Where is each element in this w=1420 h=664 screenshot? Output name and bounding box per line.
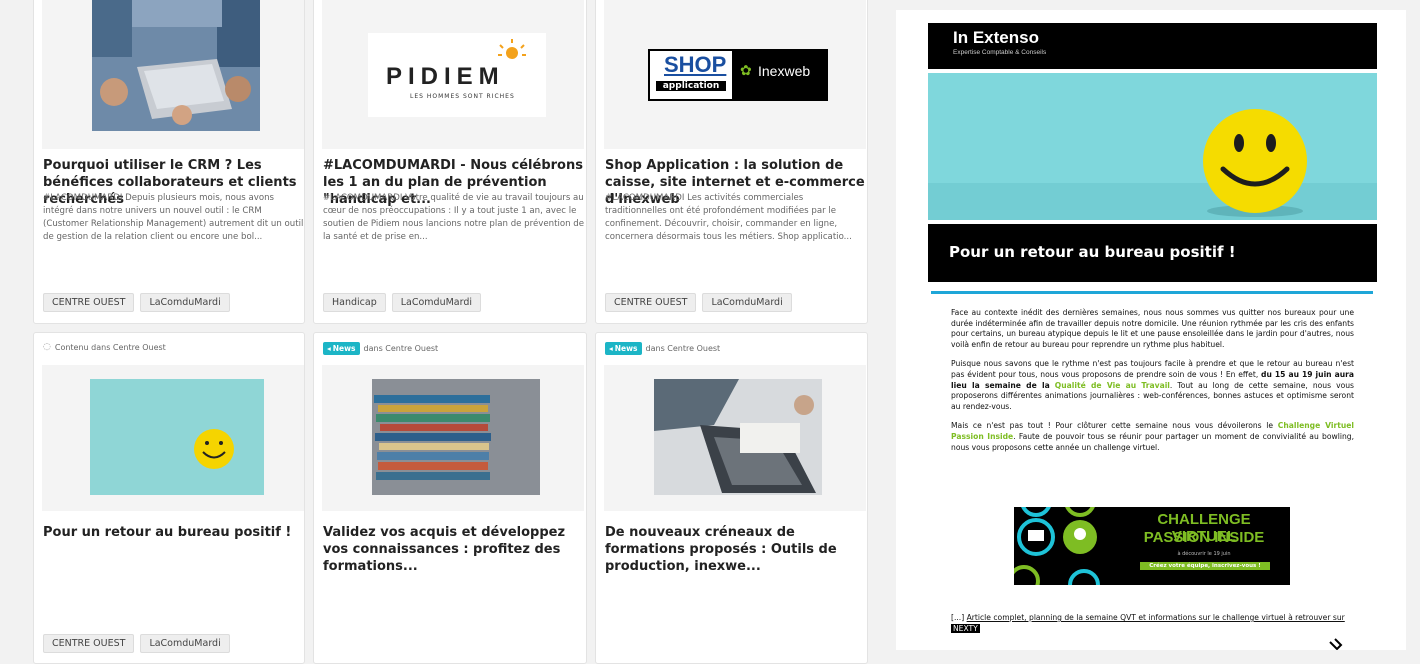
challenge-line-2: PASSION INSIDE: [1143, 529, 1265, 546]
tag-lacomdumardi[interactable]: LaComduMardi: [702, 293, 792, 312]
article-thumbnail[interactable]: PIDIEM LES HOMMES SONT RICHES: [322, 0, 584, 149]
challenge-date: à découvrir le 19 juin: [1177, 551, 1231, 557]
tag-centre-ouest[interactable]: CENTRE OUEST: [43, 293, 135, 312]
article-thumbnail[interactable]: [604, 365, 866, 511]
laptop-team-image: [92, 0, 260, 131]
meta-text: dans Centre Ouest: [363, 344, 439, 353]
content-icon: ◌: [43, 342, 51, 352]
paragraph-2: Puisque nous savons que le rythme n'est …: [951, 359, 1355, 411]
tag-lacomdumardi[interactable]: LaComduMardi: [140, 634, 230, 653]
newsletter-title: Pour un retour au bureau positif !: [949, 243, 1236, 261]
meta-text: Contenu dans Centre Ouest: [54, 342, 166, 352]
shop-inexweb-logo: SHOP application ✿ Inexweb: [648, 49, 828, 101]
tag-list: CENTRE OUEST LaComduMardi: [605, 293, 792, 312]
smiley-ball-image: [90, 379, 264, 495]
article-title[interactable]: Pour un retour au bureau positif !: [43, 524, 304, 541]
article-card-pidiem[interactable]: PIDIEM LES HOMMES SONT RICHES #LACOMDUMA…: [313, 0, 587, 324]
article-card-crm[interactable]: Pourquoi utiliser le CRM ? Les bénéfices…: [33, 0, 305, 324]
brand-tagline: Expertise Comptable & Conseils: [953, 49, 1047, 56]
paragraph-3: Mais ce n'est pas tout ! Pour clôturer c…: [951, 421, 1354, 452]
cursor-icon: [1329, 638, 1343, 650]
divider: [931, 291, 1373, 294]
page: Pourquoi utiliser le CRM ? Les bénéfices…: [0, 0, 1420, 664]
pidiem-wordmark: PIDIEM: [386, 63, 505, 90]
article-excerpt: #LACOMDUMARDI Les activités commerciales…: [605, 193, 852, 242]
article-meta: ◂ News dans Centre Ouest: [323, 342, 438, 355]
smiley-ball-hero: [928, 73, 1377, 220]
megaphone-icon: ◂: [327, 344, 331, 353]
article-title[interactable]: Validez vos acquis et développez vos con…: [323, 524, 585, 575]
newsletter-title-bar: Pour un retour au bureau positif !: [928, 224, 1377, 282]
pidiem-logo: PIDIEM LES HOMMES SONT RICHES: [368, 33, 546, 117]
tag-lacomdumardi[interactable]: LaComduMardi: [391, 293, 482, 312]
inexweb-wordmark: Inexweb: [758, 63, 811, 79]
application-wordmark: application: [656, 81, 726, 91]
newsletter-body: Face au contexte inédit des dernières se…: [951, 308, 1354, 462]
tag-list: Handicap LaComduMardi: [323, 293, 482, 312]
newsletter-preview: In Extenso Expertise Comptable & Conseil…: [896, 10, 1406, 650]
article-thumbnail[interactable]: SHOP application ✿ Inexweb: [604, 0, 866, 149]
hero-image: [928, 73, 1377, 220]
article-card-retour-bureau[interactable]: ◌ Contenu dans Centre Ouest Pour un reto…: [33, 332, 305, 664]
article-meta: ◂ News dans Centre Ouest: [605, 342, 720, 355]
nexty-label[interactable]: NEXTY: [951, 624, 980, 633]
brand-logo: In Extenso: [953, 28, 1039, 47]
newsletter-header: In Extenso Expertise Comptable & Conseil…: [928, 23, 1377, 69]
news-badge[interactable]: ◂ News: [323, 342, 360, 355]
pidiem-subtitle: LES HOMMES SONT RICHES: [410, 93, 515, 100]
tag-list: CENTRE OUEST LaComduMardi: [43, 634, 230, 653]
paragraph-1: Face au contexte inédit des dernières se…: [951, 308, 1354, 349]
article-thumbnail[interactable]: [42, 0, 304, 149]
meta-text: dans Centre Ouest: [645, 344, 721, 353]
full-article-link[interactable]: Article complet, planning de la semaine …: [967, 613, 1345, 622]
inexweb-leaf-icon: ✿: [740, 63, 752, 79]
shop-wordmark: SHOP: [664, 52, 727, 77]
megaphone-icon: ◂: [609, 344, 613, 353]
tag-centre-ouest[interactable]: CENTRE OUEST: [605, 293, 697, 312]
challenge-banner[interactable]: CHALLENGE VIRTUEL PASSION INSIDE à décou…: [1014, 507, 1290, 585]
article-excerpt: #LACOMDUMARDI Votre qualité de vie au tr…: [323, 193, 585, 242]
news-badge[interactable]: ◂ News: [605, 342, 642, 355]
book-stack-image: [372, 379, 540, 495]
tag-list: CENTRE OUEST LaComduMardi: [43, 293, 230, 312]
article-title[interactable]: De nouveaux créneaux de formations propo…: [605, 524, 867, 575]
laptops-desk-image: [654, 379, 822, 495]
challenge-cta[interactable]: Créez votre équipe, inscrivez-vous !: [1140, 562, 1270, 570]
tag-centre-ouest[interactable]: CENTRE OUEST: [43, 634, 135, 653]
tag-handicap[interactable]: Handicap: [323, 293, 386, 312]
article-meta: ◌ Contenu dans Centre Ouest: [43, 342, 166, 352]
article-thumbnail[interactable]: [322, 365, 584, 511]
newsletter-footer: [...] Article complet, planning de la se…: [951, 613, 1345, 633]
tag-lacomdumardi[interactable]: LaComduMardi: [140, 293, 230, 312]
article-card-formations[interactable]: ◂ News dans Centre Ouest Validez vos acqu…: [313, 332, 587, 664]
article-card-shop-application[interactable]: SHOP application ✿ Inexweb Shop Applicat…: [595, 0, 868, 324]
article-excerpt: #LACOMDUMARDI Depuis plusieurs mois, nou…: [43, 193, 304, 242]
article-thumbnail[interactable]: [42, 365, 304, 511]
article-card-creneaux[interactable]: ◂ News dans Centre Ouest De nouveaux crén…: [595, 332, 868, 664]
